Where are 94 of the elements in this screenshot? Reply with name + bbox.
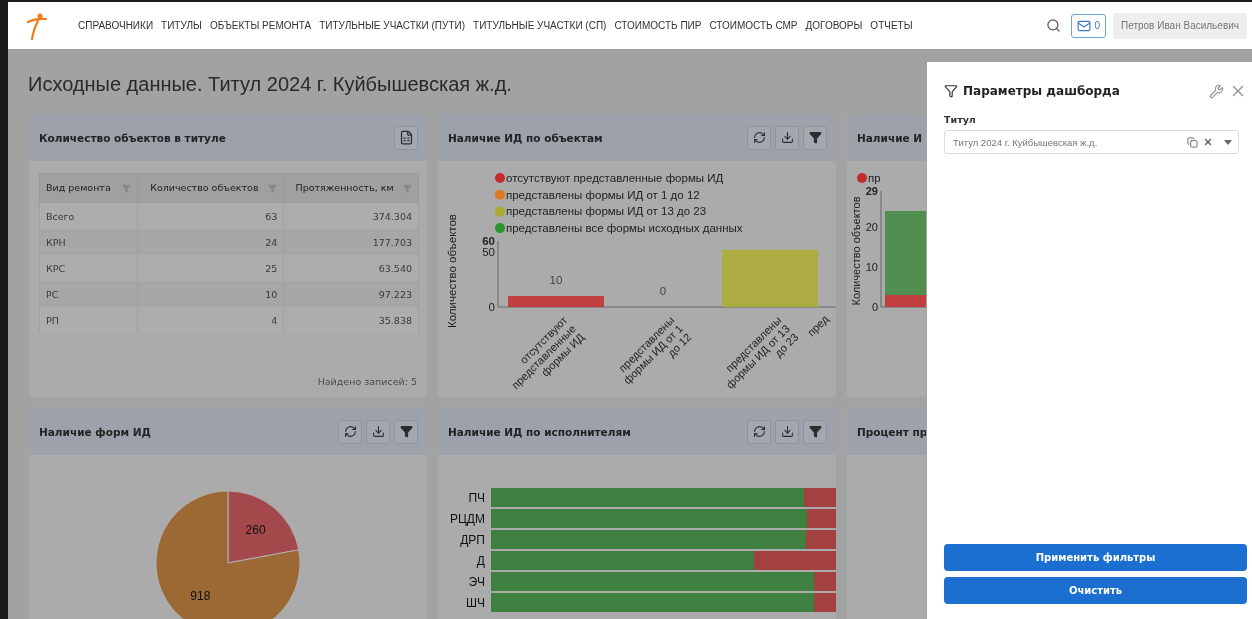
search-icon[interactable] [1046,18,1062,33]
refresh-icon [752,425,766,438]
card-title: Наличие форм ИД [39,425,151,438]
card-title: Количество объектов в титуле [39,131,226,144]
legend-label: представлены все формы исходных данных [506,222,743,235]
legend-label: представлены формы ИД от 1 до 12 [506,188,700,201]
download-button[interactable] [775,419,799,444]
bar-label: ШЧ [465,595,485,610]
refresh-button[interactable] [338,419,362,444]
download-button[interactable] [366,419,390,444]
table-cell: 10 [137,281,284,307]
table-cell: 177.703 [283,229,419,255]
bar-label: РЦДМ [449,511,485,526]
table-cell: 35.838 [283,307,419,333]
nav-link[interactable]: ОТЧЕТЫ [870,20,913,31]
refresh-icon [343,425,357,438]
clear-icon[interactable] [1203,137,1213,147]
filter-icon [399,425,413,438]
download-icon [780,425,794,438]
nav-link[interactable]: СТОИМОСТЬ СМР [709,20,798,31]
bar-label: ЭЧ [467,574,485,589]
filter-button[interactable] [394,419,418,444]
card-title: Наличие ИД по объектам [448,131,603,144]
bar-label: Д [475,553,485,568]
refresh-button[interactable] [747,419,771,444]
table-cell: 24 [137,229,284,255]
legend-label: пр [868,172,881,184]
value-label: 10 [549,274,563,286]
card-title: Наличие И [857,131,923,144]
filter-button[interactable] [803,419,827,444]
tick-label: 0 [488,301,495,313]
user-button[interactable]: Петров Иван Васильевич [1113,12,1247,39]
caret-icon[interactable] [1224,139,1232,145]
refresh-icon [752,131,766,144]
drawer-title: Параметры дашборда [963,84,1121,98]
nav-link[interactable]: ДОГОВОРЫ [805,20,863,31]
bar-label: ПЧ [467,490,485,505]
table-cell: 25 [137,255,284,281]
envelope-icon [1077,18,1092,33]
value-label: 0 [659,285,667,297]
table-cell: 63.540 [283,255,419,281]
table-cell: РС [39,281,138,307]
tick-label: 10 [865,261,878,273]
copy-icon[interactable] [1187,136,1198,148]
column-header[interactable]: Количество объектов [137,173,284,203]
nav-link[interactable]: ОБЪЕКТЫ РЕМОНТА [209,20,312,31]
bar-label: ДРП [459,532,485,547]
table-cell: РП [39,307,138,333]
axis-title: Количество объектов [446,214,458,328]
table-cell: 97.223 [283,281,419,307]
spreadsheet-icon [398,130,414,145]
refresh-button[interactable] [747,125,771,150]
tick-label: 0 [871,301,878,313]
tick-label: 29 [865,185,878,197]
filter-icon [944,84,958,98]
nav-link[interactable]: СПРАВОЧНИКИ [78,20,154,31]
nav-link[interactable]: СТОИМОСТЬ ПИР [614,20,702,31]
filter-icon [808,131,822,144]
record-count: Найдено записей: 5 [317,376,417,387]
action-button[interactable]: Применить фильтры [944,544,1247,571]
card-title: Наличие ИД по исполнителям [448,425,631,438]
column-header[interactable]: Вид ремонта [39,173,138,203]
tick-label: 60 [482,235,495,247]
slice-label: 260 [245,522,266,537]
table-cell: 374.304 [283,202,419,229]
select-field[interactable]: Титул 2024 г. Куйбышевская ж.д. [944,130,1239,154]
legend-label: представлены формы ИД от 13 до 23 [506,205,707,218]
tick-label: 50 [482,246,495,258]
table-cell: 4 [137,307,284,333]
column-header[interactable]: Протяженность, км [283,173,419,203]
nav-link[interactable]: ТИТУЛЬНЫЕ УЧАСТКИ (СП) [473,20,607,31]
table-cell: Всего [39,202,138,229]
slice-label: 918 [190,589,211,604]
filter-icon [808,425,822,438]
logo-icon [26,11,48,40]
table-cell: КРС [39,255,138,281]
page-title: Исходные данные. Титул 2024 г. Куйбышевская ж.д. [28,72,512,97]
wrench-icon[interactable] [1209,83,1224,99]
action-button[interactable]: Очистить [944,577,1247,604]
axis-title: Количество объектов [850,196,862,306]
legend-label: отсутствуют представленные формы ИД [506,172,724,184]
table-cell: КРН [39,229,138,255]
download-icon [371,425,385,438]
field-label: Титул [944,114,977,125]
download-button[interactable] [775,125,799,150]
tick-label: 20 [865,221,878,233]
nav-link[interactable]: ТИТУЛЫ [161,20,202,31]
export-button[interactable] [394,125,418,150]
nav-link[interactable]: ТИТУЛЬНЫЕ УЧАСТКИ (ПУТИ) [319,20,466,31]
table-cell: 63 [137,202,284,229]
messages-button[interactable]: 0 [1071,13,1106,38]
filter-button[interactable] [803,125,827,150]
card-title: Процент пр [857,425,926,438]
download-icon [780,131,794,144]
